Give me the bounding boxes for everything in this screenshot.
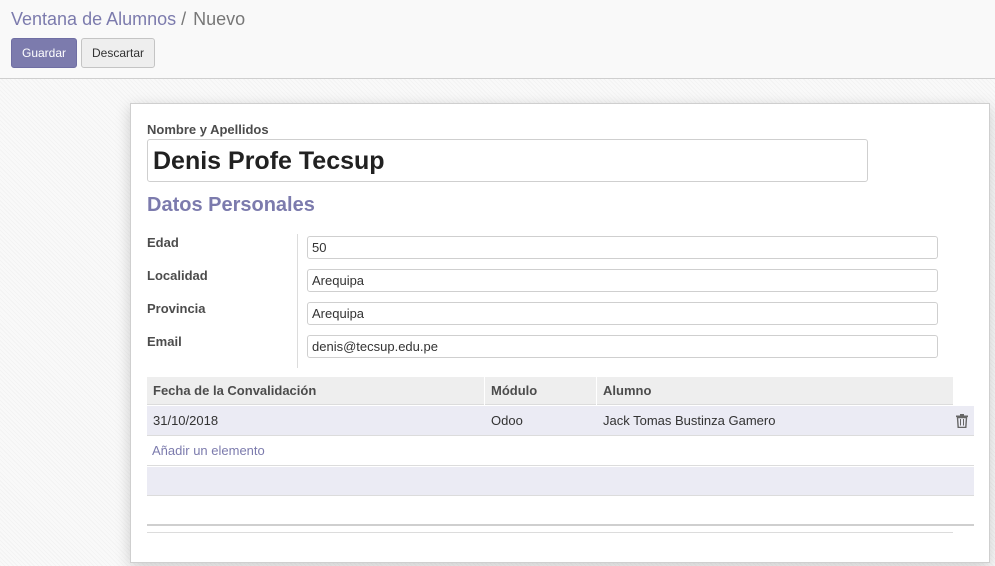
cell-date: 31/10/2018 [153,413,219,428]
breadcrumb-current: Nuevo [193,9,246,29]
age-field[interactable]: 50 [307,236,938,259]
trash-icon[interactable] [956,414,970,429]
group-title-personal-data: Datos Personales [147,194,315,216]
breadcrumb-parent-link[interactable]: Ventana de Alumnos [11,9,176,29]
breadcrumb: Ventana de Alumnos / Nuevo [11,9,245,30]
table-footer [147,524,974,526]
add-item-link[interactable]: Añadir un elemento [152,443,265,458]
province-label: Provincia [147,301,206,316]
email-field[interactable]: denis@tecsup.edu.pe [307,335,938,358]
save-button[interactable]: Guardar [11,38,77,68]
column-header-student[interactable]: Alumno [597,377,953,405]
form-sheet: Nombre y Apellidos Denis Profe Tecsup Da… [130,103,990,563]
discard-button[interactable]: Descartar [81,38,155,68]
breadcrumb-separator: / [181,9,187,29]
table-header: Fecha de la Convalidación Módulo Alumno [147,377,953,405]
email-label: Email [147,334,182,349]
age-label: Edad [147,235,179,250]
locality-field[interactable]: Arequipa [307,269,938,292]
cell-module: Odoo [491,413,523,428]
column-header-date[interactable]: Fecha de la Convalidación [147,377,485,405]
locality-label: Localidad [147,268,208,283]
empty-row [147,467,974,496]
add-line-row: Añadir un elemento [147,437,974,466]
column-header-module[interactable]: Módulo [485,377,597,405]
cell-student: Jack Tomas Bustinza Gamero [603,413,776,428]
field-divider [297,234,298,368]
name-field[interactable]: Denis Profe Tecsup [147,139,868,182]
control-panel: Ventana de Alumnos / Nuevo Guardar Descart… [0,0,995,79]
name-label: Nombre y Apellidos [147,122,269,137]
table-row[interactable]: 31/10/2018 Odoo Jack Tomas Bustinza Game… [147,406,974,436]
table-footer-line [147,532,953,533]
province-field[interactable]: Arequipa [307,302,938,325]
